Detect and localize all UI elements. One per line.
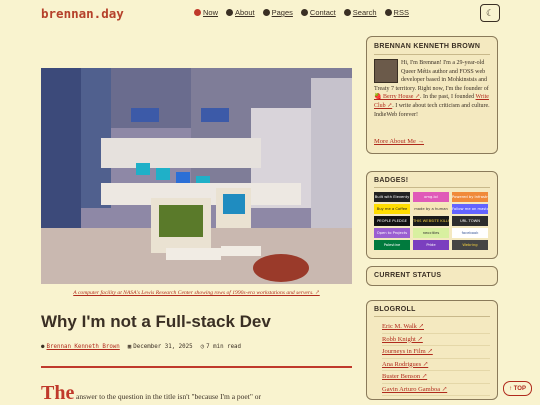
badge[interactable]: neocities	[413, 228, 449, 238]
moon-icon: ☾	[485, 7, 495, 18]
nav-contact[interactable]: Contact	[300, 8, 336, 17]
title-divider	[41, 366, 352, 368]
badge[interactable]: Pride	[413, 240, 449, 250]
site-header: brennan.day Now About Pages Contact Sear…	[0, 0, 540, 30]
about-heading: BRENNAN KENNETH BROWN	[374, 43, 490, 55]
blogroll-list: Eric M. Walk ↗ Robb Knight ↗ Journeys in…	[374, 321, 490, 396]
bio-mid: . In the past, I founded	[420, 94, 476, 101]
blogroll-link[interactable]: Buster Benson ↗	[382, 373, 427, 380]
clock-icon: ◷	[200, 344, 205, 350]
badge-grid: Built with Eleventy omg.lol Powered by Inf…	[374, 192, 490, 250]
read-time-meta: ◷ 7 min read	[201, 344, 241, 350]
badge[interactable]: Buy me a Coffee	[374, 204, 410, 214]
info-icon	[226, 9, 234, 16]
badge[interactable]: omg.lol	[413, 192, 449, 202]
badge[interactable]: THIS WEBSITE KILLS FASCISTS	[413, 216, 449, 226]
about-card: BRENNAN KENNETH BROWN Hi, I'm Brennan! I…	[366, 36, 498, 154]
more-about-link[interactable]: More About Me →	[374, 138, 424, 145]
list-item: Journeys in Film ↗	[382, 346, 490, 359]
site-logo[interactable]: brennan.day	[41, 6, 124, 21]
berry-house-link[interactable]: 🍓 Berry House ↗	[374, 94, 420, 100]
nav-label: About	[235, 8, 255, 17]
badge[interactable]: Follow me on mastodon	[452, 204, 488, 214]
badges-card: BADGES! Built with Eleventy omg.lol Powere…	[366, 171, 498, 259]
status-heading: CURRENT STATUS	[374, 272, 442, 279]
computer-lab-photo	[41, 68, 352, 284]
bio-end: . I write about tech criticism and cultu…	[374, 102, 490, 118]
main-nav: Now About Pages Contact Search RSS	[194, 8, 409, 17]
badge[interactable]: URL TOWN	[452, 216, 488, 226]
nav-label: Now	[203, 8, 219, 17]
nav-about[interactable]: About	[226, 8, 255, 17]
read-time: 7 min read	[206, 344, 242, 350]
badges-heading: BADGES!	[374, 177, 490, 188]
badge[interactable]: PEOPLE PLEDGE	[374, 216, 410, 226]
record-dot-icon	[194, 9, 201, 16]
badge[interactable]: Palestine	[374, 240, 410, 250]
envelope-icon	[300, 9, 308, 16]
badge[interactable]: facebook	[452, 228, 488, 238]
blogroll-link[interactable]: Journeys in Film ↗	[382, 348, 433, 355]
author-meta: ● Brennan Kenneth Brown	[41, 344, 120, 350]
person-icon: ●	[41, 344, 45, 350]
back-to-top-button[interactable]: ↑ TOP	[503, 381, 532, 396]
list-item: Robb Knight ↗	[382, 334, 490, 346]
drop-cap: The	[41, 382, 75, 404]
nav-label: Contact	[309, 8, 336, 17]
nav-pages[interactable]: Pages	[262, 8, 293, 17]
blogroll-link[interactable]: Ana Rodrigues ↗	[382, 361, 428, 368]
list-item: Buster Benson ↗	[382, 371, 490, 384]
calendar-icon: ▦	[127, 344, 132, 350]
date-meta: ▦ December 31, 2025	[128, 344, 193, 350]
search-icon	[343, 9, 351, 16]
author-link[interactable]: Brennan Kenneth Brown	[47, 344, 120, 350]
image-caption[interactable]: A computer facility at NASA's Lewis Rese…	[41, 290, 352, 296]
status-card: CURRENT STATUS	[366, 266, 498, 286]
badge[interactable]: made by a human	[413, 204, 449, 214]
list-item: Ana Rodrigues ↗	[382, 359, 490, 371]
badge[interactable]: Built with Eleventy	[374, 192, 410, 202]
list-item: Eric M. Walk ↗	[382, 321, 490, 334]
blogroll-heading: BLOGROLL	[374, 306, 490, 317]
blogroll-card: BLOGROLL Eric M. Walk ↗ Robb Knight ↗ Jo…	[366, 300, 498, 400]
nav-now[interactable]: Now	[194, 8, 218, 17]
badge[interactable]: Open to Projects	[374, 228, 410, 238]
badge[interactable]: Powered by Infrastruct	[452, 192, 488, 202]
nav-label: RSS	[393, 8, 409, 17]
blogroll-link[interactable]: Robb Knight ↗	[382, 336, 423, 343]
blogroll-link[interactable]: Gavin Arturo Gamboa ↗	[382, 386, 447, 393]
nav-label: Search	[352, 8, 377, 17]
stack-icon	[262, 9, 270, 16]
nav-search[interactable]: Search	[343, 8, 377, 17]
list-item: Gavin Arturo Gamboa ↗	[382, 384, 490, 396]
nav-label: Pages	[271, 8, 293, 17]
theme-toggle-button[interactable]: ☾	[480, 4, 500, 22]
avatar	[374, 59, 398, 83]
blogroll-link[interactable]: Eric M. Walk ↗	[382, 323, 424, 330]
badge[interactable]: Webring	[452, 240, 488, 250]
nav-rss[interactable]: RSS	[384, 8, 409, 17]
post-title: Why I'm not a Full-stack Dev	[41, 312, 271, 331]
post-hero-image	[41, 68, 352, 284]
post-meta: ● Brennan Kenneth Brown ▦ December 31, 202…	[41, 344, 241, 350]
post-date: December 31, 2025	[133, 344, 193, 350]
rss-icon	[384, 9, 392, 16]
post-intro-text: answer to the question in the title isn'…	[76, 392, 262, 401]
